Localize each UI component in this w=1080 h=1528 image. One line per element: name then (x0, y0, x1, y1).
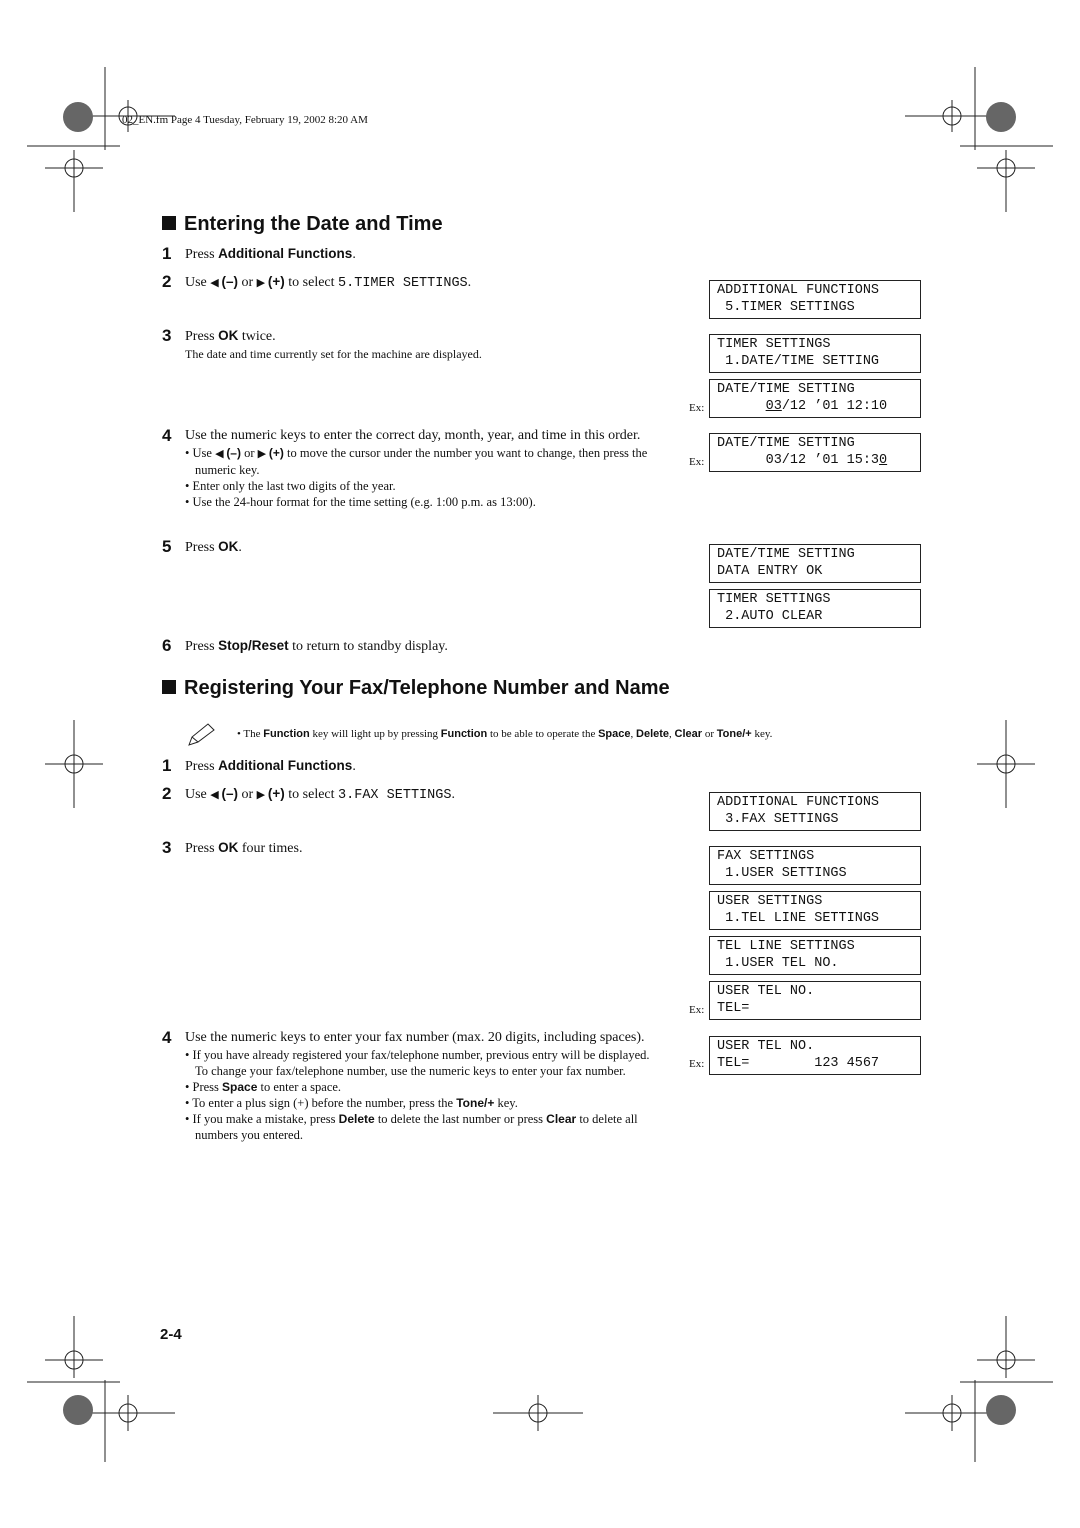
section-title-date-time: Entering the Date and Time (162, 213, 443, 236)
example-label: Ex: (689, 1004, 705, 1016)
right-arrow-icon: ▶ (256, 277, 268, 289)
step-4: 4 Use the numeric keys to enter the corre… (162, 426, 648, 510)
left-arrow-icon: ◀ (210, 277, 222, 289)
lcd-display: DATE/TIME SETTING 03/12 ’01 12:10 (709, 379, 921, 418)
step-2: 2 Use ◀ (–) or ▶ (+) to select 5.TIMER SE… (162, 272, 472, 292)
lcd-display: TEL LINE SETTINGS 1.USER TEL NO. (709, 936, 921, 975)
example-label: Ex: (689, 1058, 705, 1070)
lcd-display: USER TEL NO. TEL= 123 4567 (709, 1036, 921, 1075)
pencil-note-icon (188, 723, 215, 746)
step-4: 4 Use the numeric keys to enter your fax … (162, 1028, 650, 1143)
lcd-display: FAX SETTINGS 1.USER SETTINGS (709, 846, 921, 885)
example-label: Ex: (689, 456, 705, 468)
lcd-display: ADDITIONAL FUNCTIONS 3.FAX SETTINGS (709, 792, 921, 831)
section-title-register: Registering Your Fax/Telephone Number an… (162, 677, 670, 700)
step-6: 6 Press Stop/Reset to return to standby d… (162, 636, 448, 655)
page-number: 2-4 (160, 1326, 182, 1343)
file-header: 02_EN.fm Page 4 Tuesday, February 19, 20… (122, 114, 368, 126)
lcd-display: DATE/TIME SETTING DATA ENTRY OK (709, 544, 921, 583)
lcd-display: TIMER SETTINGS 1.DATE/TIME SETTING (709, 334, 921, 373)
lcd-display: TIMER SETTINGS 2.AUTO CLEAR (709, 589, 921, 628)
lcd-display: DATE/TIME SETTING 03/12 ’01 15:30 (709, 433, 921, 472)
example-label: Ex: (689, 402, 705, 414)
lcd-display: USER TEL NO. TEL= (709, 981, 921, 1020)
step-2: 2 Use ◀ (–) or ▶ (+) to select 3.FAX SETT… (162, 784, 455, 804)
step-1: 1 Press Additional Functions. (162, 756, 356, 775)
step-5: 5 Press OK. (162, 537, 242, 556)
lcd-display: ADDITIONAL FUNCTIONS 5.TIMER SETTINGS (709, 280, 921, 319)
step-1: 1 Press Additional Functions. (162, 244, 356, 263)
lcd-display: USER SETTINGS 1.TEL LINE SETTINGS (709, 891, 921, 930)
note: • The Function key will light up by pres… (237, 728, 773, 740)
step-3: 3 Press OK four times. (162, 838, 303, 857)
manual-page: 02_EN.fm Page 4 Tuesday, February 19, 20… (0, 0, 1080, 1528)
step-3: 3 Press OK twice. The date and time curren… (162, 326, 482, 362)
